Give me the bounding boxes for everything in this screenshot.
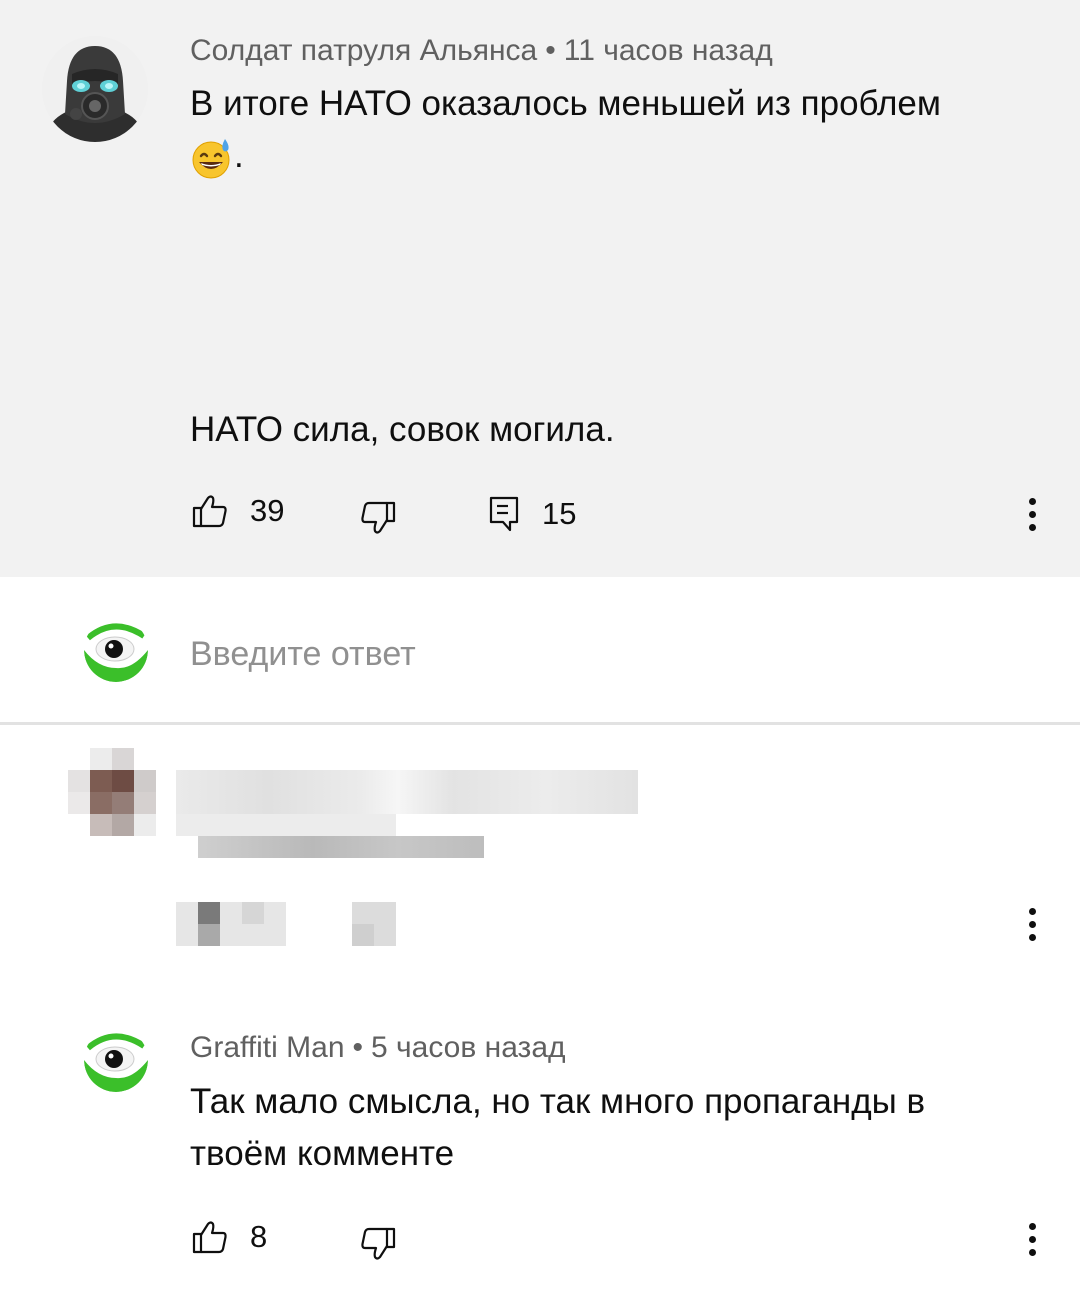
meta-separator: • — [545, 34, 556, 67]
comment-text-suffix: . — [234, 136, 244, 175]
divider — [0, 722, 1080, 725]
grinning-face-with-sweat-icon — [190, 136, 234, 180]
reply-input[interactable] — [190, 630, 1010, 678]
author-name[interactable]: Солдат патруля Альянса — [190, 34, 537, 67]
dislike-button[interactable] — [360, 500, 396, 536]
comment-line: Так мало смысла, но так много пропаганды… — [190, 1082, 926, 1121]
comment-meta: Graffiti Man • 5 часов назад — [190, 1031, 566, 1065]
reply-count-button[interactable]: 15 — [488, 495, 576, 533]
user-avatar — [84, 618, 148, 682]
comment-icon — [489, 496, 519, 532]
highlighted-comment: Солдат патруля Альянса • 11 часов назад В … — [0, 0, 1080, 577]
author-name[interactable]: Graffiti Man — [190, 1031, 345, 1064]
dislike-button[interactable] — [360, 1226, 396, 1262]
comment-line: . — [190, 130, 1050, 182]
author-avatar[interactable] — [84, 1028, 148, 1092]
censored-actions — [176, 902, 286, 946]
thumbs-up-icon — [192, 1221, 227, 1254]
comment-meta: Солдат патруля Альянса • 11 часов назад — [190, 34, 773, 68]
more-vert-icon[interactable] — [1024, 900, 1040, 950]
comment-text-last: НАТО сила, совок могила. — [190, 410, 615, 449]
like-button[interactable]: 8 — [192, 1219, 267, 1255]
like-count: 39 — [250, 493, 285, 528]
reply-count: 15 — [542, 496, 577, 531]
more-vert-icon[interactable] — [1024, 1215, 1040, 1265]
comment-text: Так мало смысла, но так много пропаганды… — [190, 1076, 1050, 1180]
thumbs-down-icon — [361, 501, 396, 534]
comment-line: В итоге НАТО оказалось меньшей из пробле… — [190, 84, 941, 123]
censored-actions — [352, 902, 396, 946]
meta-separator: • — [352, 1031, 364, 1064]
comment-text: В итоге НАТО оказалось меньшей из пробле… — [190, 78, 1050, 182]
more-vert-icon[interactable] — [1024, 490, 1040, 540]
censored-meta — [176, 770, 638, 814]
thumbs-up-icon — [192, 495, 227, 528]
comment-time[interactable]: 5 часов назад — [371, 1031, 566, 1064]
comment-time[interactable]: 11 часов назад — [564, 34, 773, 67]
like-button[interactable]: 39 — [192, 493, 284, 529]
censored-avatar — [68, 748, 156, 836]
censored-text-light — [176, 814, 396, 836]
comment-line: твоём комменте — [190, 1134, 455, 1173]
censored-text — [198, 836, 484, 858]
like-count: 8 — [250, 1219, 268, 1254]
thumbs-down-icon — [361, 1227, 396, 1260]
author-avatar[interactable] — [42, 36, 148, 142]
